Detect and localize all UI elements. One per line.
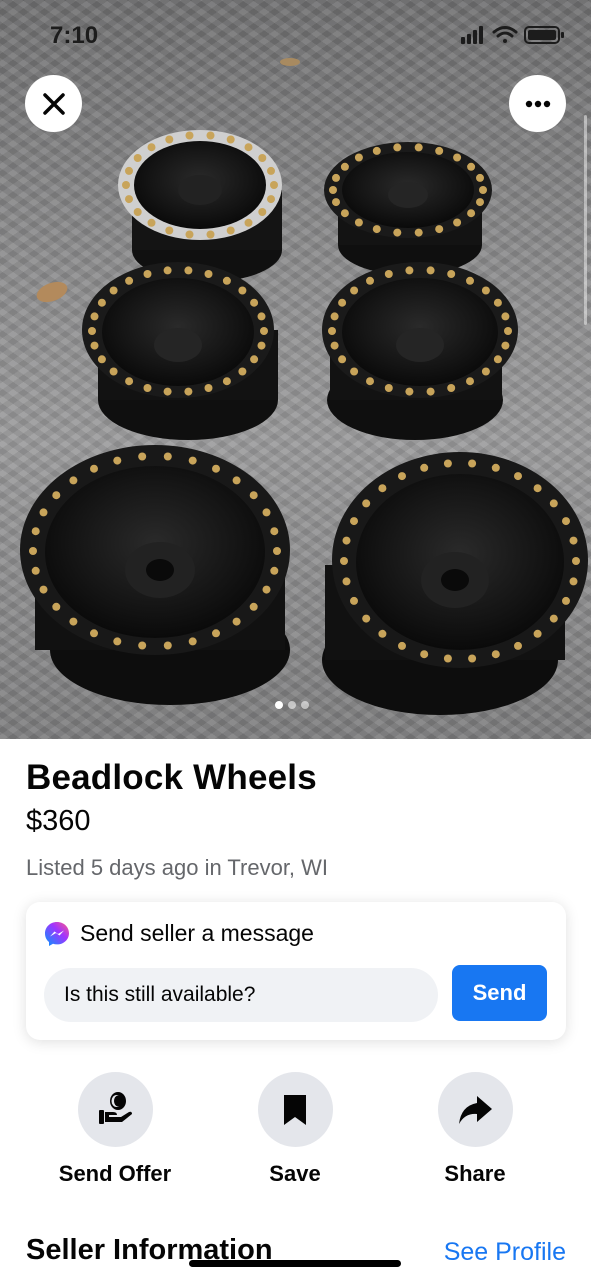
message-seller-card: Send seller a message Send bbox=[26, 902, 566, 1040]
signal-icon bbox=[461, 26, 483, 44]
share-label: Share bbox=[444, 1161, 506, 1186]
listing-photo[interactable]: 7:10 bbox=[0, 0, 591, 739]
message-card-title: Send seller a message bbox=[80, 920, 314, 946]
more-dots-icon bbox=[525, 100, 550, 107]
page-dot-2[interactable] bbox=[288, 701, 296, 709]
share-action[interactable]: Share bbox=[400, 1072, 550, 1187]
more-options-button[interactable] bbox=[509, 75, 566, 132]
send-offer-action[interactable]: Send Offer bbox=[40, 1072, 190, 1187]
status-icons bbox=[461, 24, 571, 51]
bookmark-icon bbox=[284, 1094, 306, 1125]
listing-title: Beadlock Wheels bbox=[26, 758, 317, 797]
battery-icon bbox=[524, 26, 564, 44]
page-dot-1[interactable] bbox=[275, 701, 283, 709]
scroll-indicator bbox=[584, 115, 587, 325]
send-offer-button[interactable] bbox=[77, 1072, 153, 1147]
listing-price: $360 bbox=[26, 805, 91, 837]
see-profile-link[interactable]: See Profile bbox=[444, 1238, 566, 1267]
close-icon bbox=[42, 92, 65, 115]
close-button[interactable] bbox=[25, 75, 82, 132]
send-offer-label: Send Offer bbox=[58, 1161, 172, 1186]
status-bar: 7:10 bbox=[0, 0, 591, 70]
send-button[interactable]: Send bbox=[452, 965, 547, 1021]
share-button[interactable] bbox=[437, 1072, 513, 1147]
save-action[interactable]: Save bbox=[220, 1072, 370, 1187]
share-arrow-icon bbox=[459, 1095, 492, 1124]
page-dot-3[interactable] bbox=[301, 701, 309, 709]
save-label: Save bbox=[269, 1161, 321, 1186]
send-offer-icon bbox=[99, 1091, 132, 1124]
photo-page-indicator[interactable] bbox=[275, 701, 309, 709]
save-button[interactable] bbox=[257, 1072, 333, 1147]
wifi-icon bbox=[492, 26, 518, 43]
message-input[interactable] bbox=[44, 968, 438, 1022]
messenger-icon bbox=[45, 921, 69, 946]
wheels-photo-illustration bbox=[20, 58, 588, 715]
home-indicator[interactable] bbox=[189, 1260, 401, 1267]
listing-meta: Listed 5 days ago in Trevor, WI bbox=[26, 855, 329, 880]
status-time: 7:10 bbox=[50, 22, 99, 49]
message-card-header: Send seller a message bbox=[44, 920, 314, 947]
